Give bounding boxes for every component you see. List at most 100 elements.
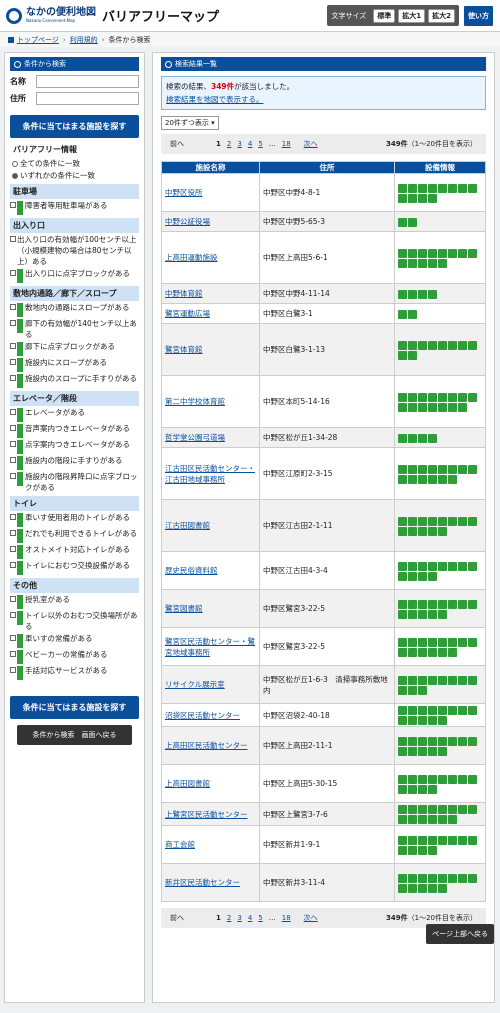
checkbox[interactable]: [10, 320, 16, 326]
facility-link[interactable]: 江古田区民活動センター・江古田地域事務所: [165, 464, 255, 484]
option-other-1[interactable]: 授乳室がある: [10, 594, 139, 609]
checkbox[interactable]: [10, 343, 16, 349]
pager-page[interactable]: 2: [227, 914, 231, 922]
facility-link[interactable]: 上高田運動施設: [165, 253, 218, 262]
checkbox[interactable]: [10, 359, 16, 365]
site-logo[interactable]: なかの便利地図 Nakano Convenient-Map: [6, 7, 96, 24]
pager-page-last[interactable]: 18: [282, 914, 291, 922]
facility-link[interactable]: 哲学堂公園弓道場: [165, 433, 225, 442]
show-on-map-link[interactable]: 検索結果を地図で表示する。: [166, 95, 264, 104]
checkbox[interactable]: [10, 375, 16, 381]
facility-link[interactable]: 新井区民活動センター: [165, 878, 240, 887]
checkbox[interactable]: [10, 546, 16, 552]
facility-link[interactable]: 鷺宮図書館: [165, 604, 203, 613]
checkbox[interactable]: [10, 441, 16, 447]
option-corridor-3[interactable]: 廊下に点字ブロックがある: [10, 341, 139, 356]
pager-page[interactable]: 4: [248, 140, 252, 148]
option-corridor-4[interactable]: 施設内にスロープがある: [10, 357, 139, 372]
radio-indicator: [12, 160, 18, 167]
address-input[interactable]: [36, 92, 139, 105]
pager-total: 349件: [386, 140, 408, 148]
checkbox[interactable]: [10, 425, 16, 431]
checkbox[interactable]: [10, 236, 16, 242]
option-entrance-braille[interactable]: 出入り口に点字ブロックがある: [10, 268, 139, 283]
page-top-button[interactable]: ページ上部へ戻る: [426, 924, 494, 944]
facility-link[interactable]: 第二中学校体育館: [165, 397, 225, 406]
pager-page-last[interactable]: 18: [282, 140, 291, 148]
facility-link[interactable]: 中野体育館: [165, 289, 203, 298]
checkbox[interactable]: [10, 202, 16, 208]
howto-button[interactable]: 使い方: [463, 4, 494, 27]
pager-page[interactable]: 2: [227, 140, 231, 148]
checkbox[interactable]: [10, 457, 16, 463]
checkbox[interactable]: [10, 667, 16, 673]
facility-link[interactable]: 上高田図書館: [165, 779, 210, 788]
option-corridor-1[interactable]: 敷地内の通路にスロープがある: [10, 302, 139, 317]
option-elevator-5[interactable]: 施設内の階段昇降口に点字ブロックがある: [10, 471, 139, 493]
option-other-4[interactable]: ベビーカーの常備がある: [10, 649, 139, 664]
checkbox[interactable]: [10, 530, 16, 536]
facility-link[interactable]: 江古田図書館: [165, 521, 210, 530]
option-parking[interactable]: 障害者等用駐車場がある: [10, 200, 139, 215]
facility-link[interactable]: 上鷺宮区民活動センター: [165, 810, 248, 819]
option-entrance-width[interactable]: 出入り口の有効幅が100センチ以上（小規模建物の場合は80センチ以上）ある: [10, 234, 139, 267]
pager-next[interactable]: 次へ: [304, 913, 318, 923]
font-standard-button[interactable]: 標準: [373, 8, 396, 23]
equipment-icon: [468, 340, 477, 350]
facility-link[interactable]: 中野公証役場: [165, 217, 210, 226]
option-other-5[interactable]: 手話対応サービスがある: [10, 665, 139, 680]
name-input[interactable]: [36, 75, 139, 88]
checkbox[interactable]: [10, 409, 16, 415]
option-elevator-2[interactable]: 音声案内つきエレベータがある: [10, 423, 139, 438]
checkbox[interactable]: [10, 651, 16, 657]
facility-link[interactable]: 鷺宮区民活動センター・鷺宮地域事務所: [165, 637, 255, 657]
search-button-bottom[interactable]: 条件に当てはまる施設を探す: [10, 696, 139, 719]
option-toilet-4[interactable]: トイレにおむつ交換設備がある: [10, 560, 139, 575]
checkbox[interactable]: [10, 635, 16, 641]
equipment-icon: [438, 474, 447, 484]
match-all-label: 全ての条件に一致: [20, 159, 80, 168]
facility-link[interactable]: 商工会館: [165, 840, 195, 849]
facility-link[interactable]: 鷺宮体育館: [165, 345, 203, 354]
pager-next[interactable]: 次へ: [304, 139, 318, 149]
pager-page[interactable]: 5: [258, 914, 262, 922]
facility-link[interactable]: リサイクル展示室: [165, 680, 225, 689]
pager-page[interactable]: 3: [237, 140, 241, 148]
facility-name-cell: 鷺宮運動広場: [161, 303, 260, 324]
facility-link[interactable]: 上高田区民活動センター: [165, 741, 248, 750]
facility-link[interactable]: 沼袋区民活動センター: [165, 711, 240, 720]
option-toilet-1[interactable]: 車いす使用者用のトイレがある: [10, 512, 139, 527]
search-button-top[interactable]: 条件に当てはまる施設を探す: [10, 115, 139, 138]
option-toilet-3[interactable]: オストメイト対応トイレがある: [10, 544, 139, 559]
font-large1-button[interactable]: 拡大1: [398, 8, 426, 23]
checkbox[interactable]: [10, 270, 16, 276]
checkbox[interactable]: [10, 304, 16, 310]
breadcrumb-home[interactable]: トップページ: [17, 35, 59, 45]
equipment-icon: [438, 258, 447, 268]
checkbox[interactable]: [10, 562, 16, 568]
option-corridor-2[interactable]: 廊下の有効幅が140センチ以上ある: [10, 318, 139, 340]
option-corridor-5[interactable]: 施設内のスロープに手すりがある: [10, 373, 139, 388]
breadcrumb-terms[interactable]: 利用規約: [70, 35, 98, 45]
option-elevator-4[interactable]: 施設内の階段に手すりがある: [10, 455, 139, 470]
option-other-2[interactable]: トイレ以外のおむつ交換場所がある: [10, 610, 139, 632]
option-other-3[interactable]: 車いすの常備がある: [10, 633, 139, 648]
pager-page[interactable]: 3: [237, 914, 241, 922]
checkbox[interactable]: [10, 612, 16, 618]
match-any-radio[interactable]: いずれかの条件に一致: [10, 170, 139, 181]
back-to-search-button[interactable]: 条件から検索 画面へ戻る: [17, 725, 132, 745]
facility-link[interactable]: 歴史民俗資料館: [165, 566, 218, 575]
option-toilet-2[interactable]: だれでも利用できるトイレがある: [10, 528, 139, 543]
option-elevator-3[interactable]: 点字案内つきエレベータがある: [10, 439, 139, 454]
per-page-select[interactable]: 20件ずつ表示 ▾: [161, 116, 219, 130]
checkbox[interactable]: [10, 514, 16, 520]
checkbox[interactable]: [10, 473, 16, 479]
match-all-radio[interactable]: 全ての条件に一致: [10, 158, 139, 169]
pager-page[interactable]: 4: [248, 914, 252, 922]
checkbox[interactable]: [10, 596, 16, 602]
facility-link[interactable]: 鷺宮運動広場: [165, 309, 210, 318]
pager-page[interactable]: 5: [258, 140, 262, 148]
font-large2-button[interactable]: 拡大2: [428, 8, 455, 23]
facility-link[interactable]: 中野区役所: [165, 188, 203, 197]
option-elevator-1[interactable]: エレベータがある: [10, 407, 139, 422]
